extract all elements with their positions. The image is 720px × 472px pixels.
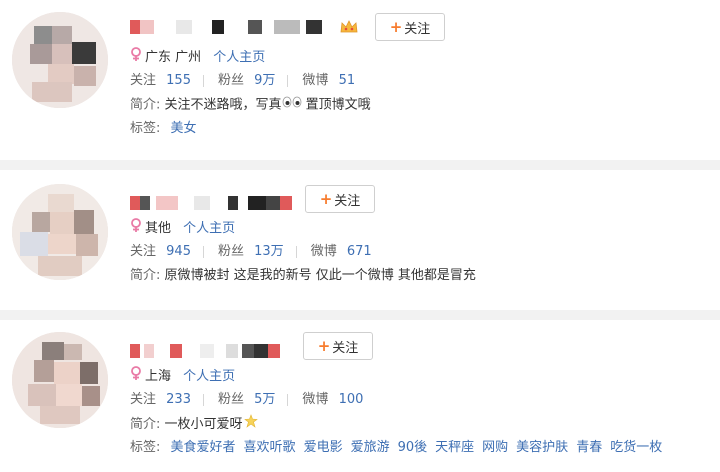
tags-row: 标签: 美食爱好者 喜欢听歌 爱电影 爱旅游 90後 天秤座 网购 美容护肤 青春 吃货一枚 (130, 438, 662, 458)
bio-text: 一枚小可爱呀 (164, 417, 243, 432)
avatar[interactable] (12, 332, 108, 428)
card-divider (0, 310, 720, 320)
bio-row: 简介: 原微博被封 这是我的新号 仅此一个微博 其他都是冒充 (130, 266, 476, 286)
location: 广东 广州 (145, 50, 202, 65)
tag-link[interactable]: 青春 (576, 440, 602, 455)
following-count[interactable]: 233 (166, 392, 191, 407)
tag-link[interactable]: 美容护肤 (516, 440, 568, 455)
eyes-emoji-icon (282, 95, 302, 115)
user-name-censored[interactable] (130, 192, 300, 214)
location-row: 上海 个人主页 (130, 366, 235, 387)
following-count[interactable]: 155 (166, 73, 191, 88)
stat-label: 粉丝 (217, 392, 244, 407)
stats-row: 关注 233 粉丝 5万 微博 100 (130, 390, 363, 410)
tags-row: 标签: 美女 (130, 119, 205, 139)
homepage-link[interactable]: 个人主页 (183, 221, 235, 236)
follow-button[interactable]: + 关注 (375, 13, 445, 41)
followers-count[interactable]: 9万 (254, 73, 275, 88)
user-name-censored[interactable] (130, 340, 300, 362)
followers-count[interactable]: 13万 (254, 244, 284, 259)
bio-text-end: 置顶博文哦 (301, 97, 371, 113)
female-icon (130, 366, 142, 387)
follow-label: 关注 (334, 193, 361, 209)
bio-label: 简介: (130, 97, 161, 113)
sparkle-emoji-icon (243, 414, 259, 435)
posts-count[interactable]: 51 (339, 73, 356, 88)
user-card-2: + 关注 其他 个人主页 关注 945 粉丝 13万 微博 671 简介: 原微博被… (0, 170, 720, 310)
plus-icon: + (389, 17, 403, 36)
tag-link[interactable]: 90後 (398, 440, 428, 455)
homepage-link[interactable]: 个人主页 (213, 50, 265, 65)
tags-label: 标签: (130, 121, 161, 136)
location: 其他 (145, 221, 172, 236)
plus-icon: + (319, 189, 333, 208)
crown-icon (340, 19, 358, 33)
followers-count[interactable]: 5万 (254, 392, 275, 407)
plus-icon: + (317, 336, 331, 355)
user-card-1: + 关注 广东 广州 个人主页 关注 155 粉丝 9万 微博 51 简介: 关注不… (0, 0, 720, 160)
tag-link[interactable]: 美女 (171, 121, 197, 136)
tag-link[interactable]: 天秤座 (435, 440, 474, 455)
bio-label: 简介: (130, 417, 161, 432)
tags-label: 标签: (130, 440, 161, 455)
posts-count[interactable]: 671 (347, 244, 372, 259)
card-divider (0, 160, 720, 170)
user-card-3: + 关注 上海 个人主页 关注 233 粉丝 5万 微博 100 简介: 一枚小可爱… (0, 320, 720, 472)
stat-label: 微博 (310, 244, 337, 259)
female-icon (130, 218, 142, 239)
stat-label: 微博 (302, 392, 329, 407)
bio-label: 简介: (130, 268, 161, 283)
follow-button[interactable]: + 关注 (305, 185, 375, 213)
avatar[interactable] (12, 184, 108, 280)
location-row: 广东 广州 个人主页 (130, 47, 265, 68)
stat-label: 粉丝 (217, 73, 244, 88)
location-row: 其他 个人主页 (130, 218, 235, 239)
tag-link[interactable]: 美食爱好者 (171, 440, 236, 455)
location: 上海 (145, 369, 172, 384)
homepage-link[interactable]: 个人主页 (183, 369, 235, 384)
stat-label: 关注 (130, 73, 157, 88)
stats-row: 关注 155 粉丝 9万 微博 51 (130, 71, 355, 91)
bio-text: 关注不迷路哦，写真 (164, 97, 282, 113)
bio-row: 简介: 关注不迷路哦，写真 置顶博文哦 (130, 95, 371, 116)
tag-link[interactable]: 网购 (482, 440, 508, 455)
stat-label: 粉丝 (217, 244, 244, 259)
bio-text: 原微博被封 这是我的新号 仅此一个微博 其他都是冒充 (164, 268, 476, 283)
follow-label: 关注 (404, 21, 431, 37)
stats-row: 关注 945 粉丝 13万 微博 671 (130, 242, 372, 262)
stat-label: 关注 (130, 244, 157, 259)
following-count[interactable]: 945 (166, 244, 191, 259)
user-name-censored[interactable] (130, 16, 370, 38)
stat-label: 微博 (302, 73, 329, 88)
avatar[interactable] (12, 12, 108, 108)
tag-link[interactable]: 爱旅游 (351, 440, 390, 455)
tag-link[interactable]: 喜欢听歌 (244, 440, 296, 455)
female-icon (130, 47, 142, 68)
tag-link[interactable]: 吃货一枚 (610, 440, 662, 455)
posts-count[interactable]: 100 (339, 392, 364, 407)
tag-link[interactable]: 爱电影 (304, 440, 343, 455)
follow-button[interactable]: + 关注 (303, 332, 373, 360)
follow-label: 关注 (332, 340, 359, 356)
bio-row: 简介: 一枚小可爱呀 (130, 414, 259, 435)
stat-label: 关注 (130, 392, 157, 407)
